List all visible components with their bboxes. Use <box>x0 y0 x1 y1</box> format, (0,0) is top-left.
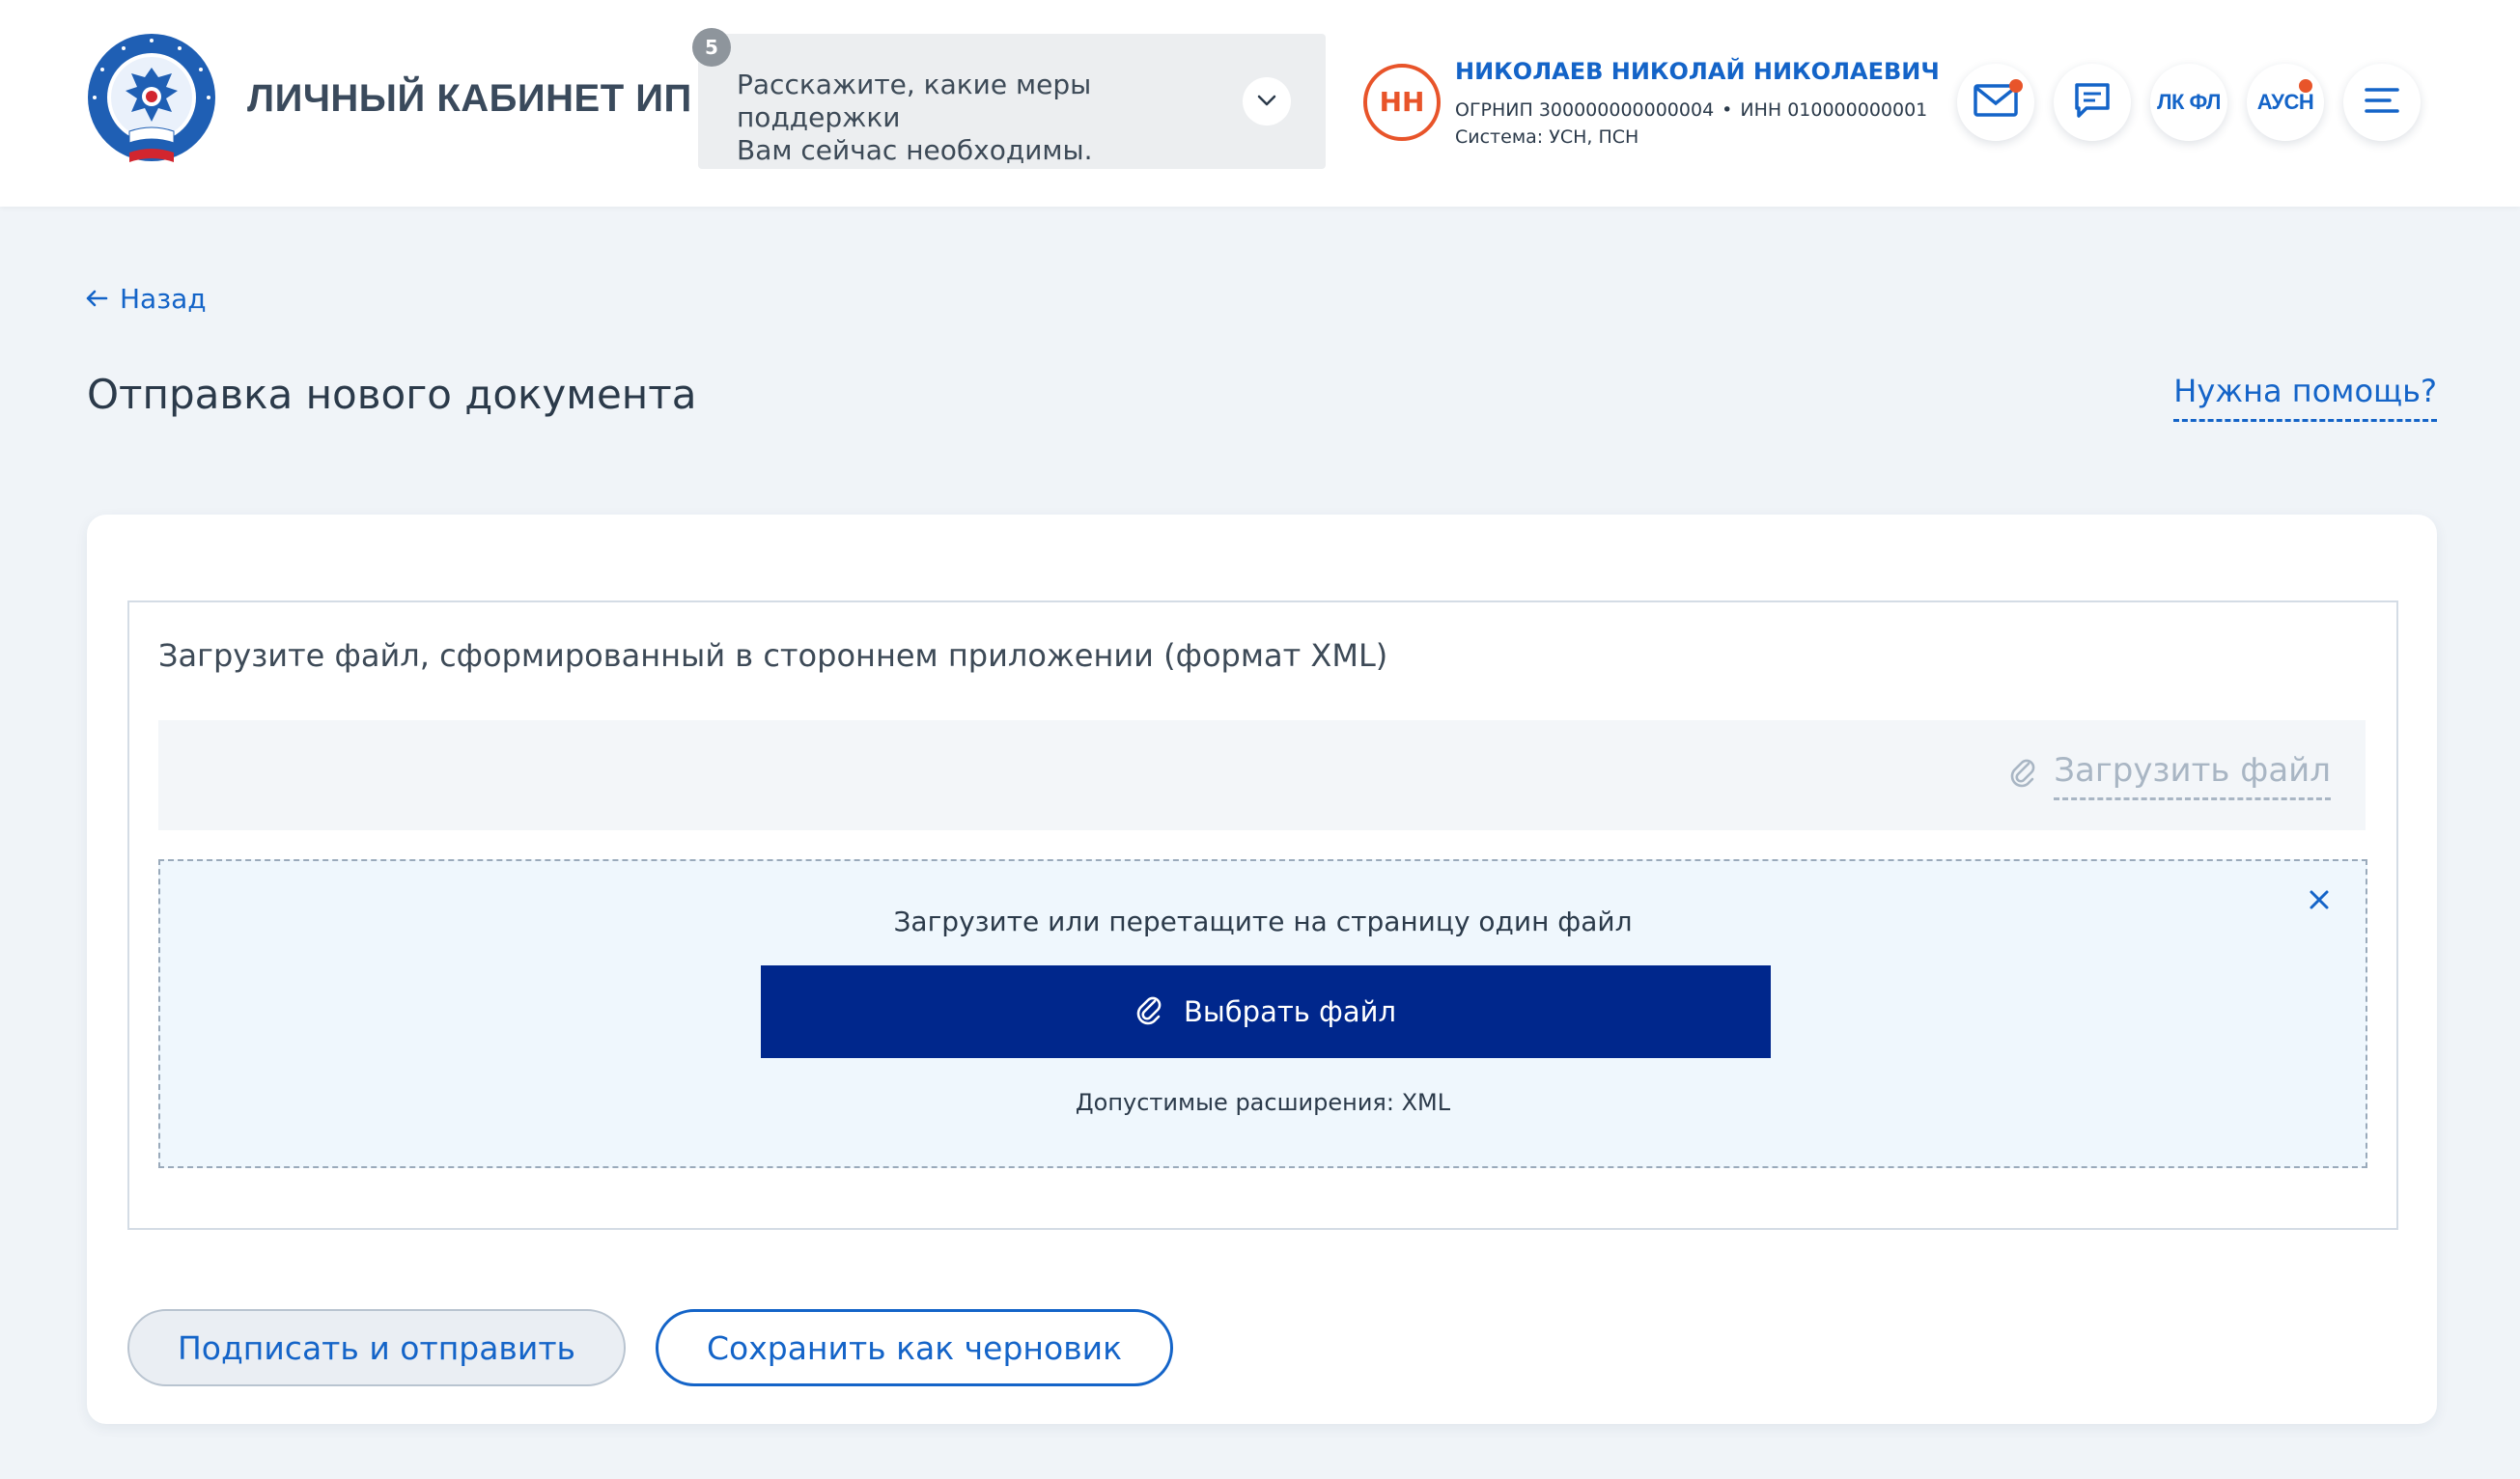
paperclip-icon <box>2009 755 2036 796</box>
choose-file-label: Выбрать файл <box>1183 995 1396 1028</box>
upload-file-link[interactable]: Загрузить файл <box>2009 751 2331 800</box>
fns-emblem-icon[interactable] <box>85 31 218 168</box>
ogrnip-value: ОГРНИП 300000000000004 <box>1455 99 1715 121</box>
arrow-left-icon <box>85 283 108 315</box>
tax-system: Система: УСН, ПСН <box>1455 126 1639 148</box>
notification-dot <box>2299 79 2312 93</box>
paperclip-icon <box>1135 992 1162 1032</box>
inn-value: ИНН 010000000001 <box>1740 99 1928 121</box>
back-label: Назад <box>120 283 207 315</box>
back-link[interactable]: Назад <box>85 283 207 315</box>
allowed-extensions: Допустимые расширения: XML <box>1075 1089 1451 1116</box>
messages-button[interactable] <box>1957 64 2034 141</box>
dropzone-hint: Загрузите или перетащите на страницу оди… <box>893 906 1633 937</box>
ausn-label: АУСН <box>2256 90 2314 114</box>
file-dropzone[interactable]: Загрузите или перетащите на страницу оди… <box>158 859 2367 1168</box>
upload-label: Загрузите файл, сформированный в сторонн… <box>158 637 1388 674</box>
user-avatar[interactable]: НН <box>1363 64 1441 141</box>
sign-and-send-button[interactable]: Подписать и отправить <box>127 1309 626 1386</box>
survey-text: Расскажите, какие меры поддержки Вам сей… <box>737 69 1093 166</box>
survey-expand-button[interactable] <box>1243 77 1291 126</box>
separator-dot: • <box>1722 99 1733 121</box>
user-name[interactable]: НИКОЛАЕВ НИКОЛАЙ НИКОЛАЕВИЧ <box>1455 58 1940 85</box>
chevron-down-icon <box>1256 93 1277 111</box>
ausn-button[interactable]: АУСН <box>2247 64 2324 141</box>
user-ids: ОГРНИП 300000000000004 • ИНН 010000000001 <box>1455 99 1927 121</box>
chat-icon <box>2073 81 2112 125</box>
upload-bar: Загрузить файл <box>158 720 2366 830</box>
survey-count-badge: 5 <box>692 28 731 67</box>
hamburger-menu-icon <box>2365 86 2399 120</box>
header: ЛИЧНЫЙ КАБИНЕТ ИП 5 Расскажите, какие ме… <box>0 0 2520 207</box>
help-link[interactable]: Нужна помощь? <box>2173 373 2437 422</box>
document-card: Загрузите файл, сформированный в сторонн… <box>87 515 2437 1424</box>
menu-button[interactable] <box>2343 64 2421 141</box>
page-title: Отправка нового документа <box>87 371 697 418</box>
upload-section: Загрузите файл, сформированный в сторонн… <box>127 600 2398 1230</box>
notification-dot <box>2009 79 2023 93</box>
upload-file-label: Загрузить файл <box>2054 751 2331 800</box>
choose-file-button[interactable]: Выбрать файл <box>761 965 1771 1058</box>
lk-fl-button[interactable]: ЛК ФЛ <box>2150 64 2227 141</box>
chat-button[interactable] <box>2054 64 2131 141</box>
brand-title[interactable]: ЛИЧНЫЙ КАБИНЕТ ИП <box>247 77 692 121</box>
support-survey-banner[interactable]: 5 Расскажите, какие меры поддержки Вам с… <box>692 28 1326 169</box>
save-draft-button[interactable]: Сохранить как черновик <box>656 1309 1173 1386</box>
